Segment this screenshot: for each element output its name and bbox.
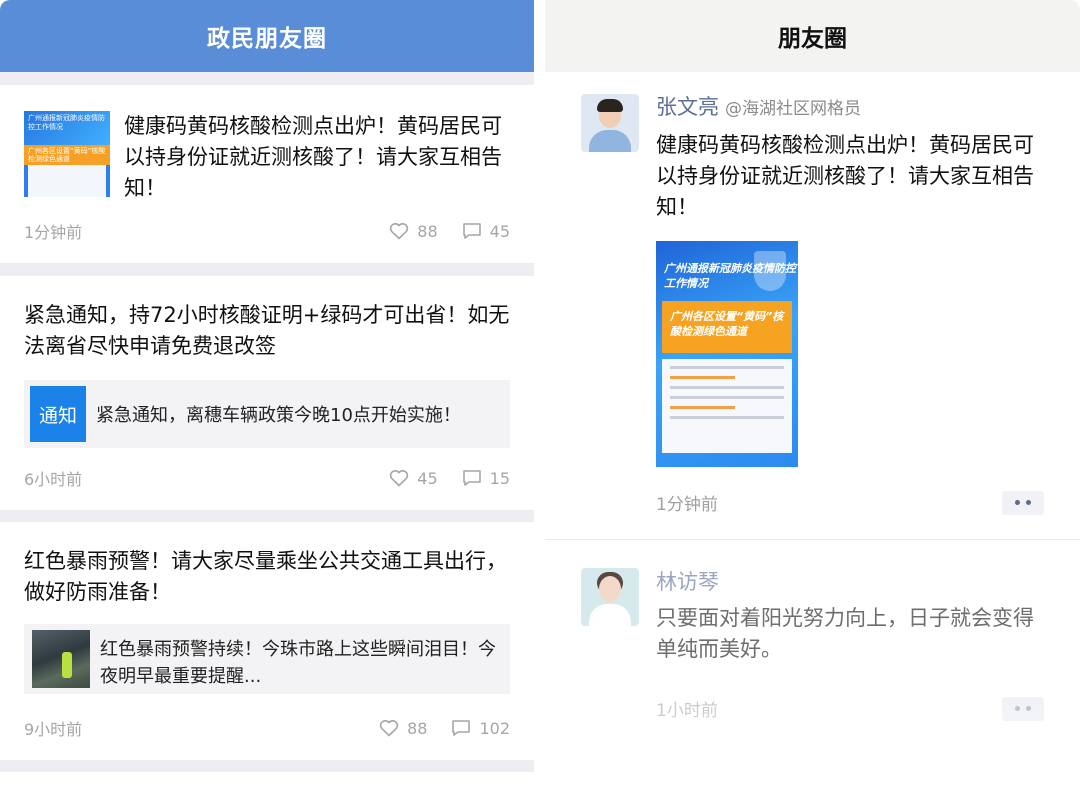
article-thumbnail xyxy=(32,630,90,688)
like-count: 88 xyxy=(407,718,428,738)
news-thumbnail[interactable]: 广州通报新冠肺炎疫情防控工作情况 广州各区设置“黄码”核酸检测绿色通道 xyxy=(24,111,110,197)
card-text: 健康码黄码核酸检测点出炉！黄码居民可以持身份证就近测核酸了！请大家互相告知！ xyxy=(124,114,502,200)
card-time: 9小时前 xyxy=(24,720,83,739)
thumbnail-subtitle: 广州各区设置“黄码”核酸检测绿色通道 xyxy=(24,145,110,165)
like-button[interactable]: 45 xyxy=(389,468,438,488)
avatar[interactable] xyxy=(581,568,639,626)
comment-count: 102 xyxy=(479,718,510,738)
moments-title: 朋友圈 xyxy=(778,26,847,52)
comment-count: 45 xyxy=(489,221,510,241)
comment-icon xyxy=(462,470,481,486)
moments-panel: 朋友圈 张文亮 @海湖社区网格员 健康码黄码核酸检测点出炉！黄码居民可以持身份证就… xyxy=(545,0,1080,791)
feed-card-partial xyxy=(0,772,534,791)
moment-post: 林访琴 只要面对着阳光努力向上，日子就会变得单纯而美好。 1小时前 xyxy=(545,541,1080,791)
avatar[interactable] xyxy=(581,94,639,152)
article-title: 红色暴雨预警持续！今珠市路上这些瞬间泪目！今夜明早最重要提醒... xyxy=(100,639,496,687)
card-time: 1分钟前 xyxy=(24,223,83,242)
post-author[interactable]: 张文亮 xyxy=(656,95,719,119)
article-link[interactable]: 红色暴雨预警持续！今珠市路上这些瞬间泪目！今夜明早最重要提醒... xyxy=(24,624,510,694)
more-dots-icon xyxy=(1015,500,1020,505)
thumbnail-title: 广州通报新冠肺炎疫情防控工作情况 xyxy=(28,114,105,131)
gov-feed-title: 政民朋友圈 xyxy=(207,26,327,52)
poster-body xyxy=(662,359,792,453)
comment-button[interactable]: 102 xyxy=(451,719,510,738)
card-time: 6小时前 xyxy=(24,470,83,489)
moment-post: 张文亮 @海湖社区网格员 健康码黄码核酸检测点出炉！黄码居民可以持身份证就近测核酸… xyxy=(545,72,1080,540)
post-time: 1小时前 xyxy=(656,701,718,721)
notice-link[interactable]: 通知 紧急通知，离穗车辆政策今晚10点开始实施！ xyxy=(24,380,510,448)
card-text: 紧急通知，持72小时核酸证明+绿码才可出省！如无法离省尽快申请免费退改签 xyxy=(24,303,510,358)
gov-feed-panel: 政民朋友圈 广州通报新冠肺炎疫情防控工作情况 广州各区设置“黄码”核酸检测绿色通… xyxy=(0,0,534,791)
more-dots-icon xyxy=(1015,706,1020,711)
card-text: 红色暴雨预警！请大家尽量乘坐公共交通工具出行，做好防雨准备！ xyxy=(24,549,507,604)
poster-subtitle: 广州各区设置“黄码”核酸检测绿色通道 xyxy=(662,301,792,353)
post-time: 1分钟前 xyxy=(656,495,718,515)
more-button[interactable] xyxy=(1002,696,1044,721)
post-author-role: @海湖社区网格员 xyxy=(725,99,861,119)
notice-text: 紧急通知，离穗车辆政策今晚10点开始实施！ xyxy=(96,405,461,426)
heart-icon xyxy=(390,223,409,240)
feed-card[interactable]: 红色暴雨预警！请大家尽量乘坐公共交通工具出行，做好防雨准备！ 红色暴雨预警持续！… xyxy=(0,522,534,760)
like-button[interactable]: 88 xyxy=(379,719,427,738)
comment-icon xyxy=(462,223,481,239)
like-count: 88 xyxy=(417,221,438,241)
post-author[interactable]: 林访琴 xyxy=(656,570,719,594)
feed-card[interactable]: 广州通报新冠肺炎疫情防控工作情况 广州各区设置“黄码”核酸检测绿色通道 健康码黄… xyxy=(0,85,534,263)
gov-feed-header: 政民朋友圈 xyxy=(0,0,534,72)
notice-badge: 通知 xyxy=(30,386,86,442)
feed-card[interactable]: 紧急通知，持72小时核酸证明+绿码才可出省！如无法离省尽快申请免费退改签 通知 … xyxy=(0,276,534,510)
comment-icon xyxy=(452,720,471,736)
post-text: 健康码黄码核酸检测点出炉！黄码居民可以持身份证就近测核酸了！请大家互相告知！ xyxy=(656,133,1034,219)
comment-button[interactable]: 15 xyxy=(462,469,510,488)
post-image[interactable]: 广州通报新冠肺炎疫情防控工作情况 广州各区设置“黄码”核酸检测绿色通道 xyxy=(656,241,798,467)
more-button[interactable] xyxy=(1002,490,1044,515)
like-count: 45 xyxy=(417,468,438,488)
poster-title: 广州通报新冠肺炎疫情防控工作情况 xyxy=(664,262,796,290)
post-text: 只要面对着阳光努力向上，日子就会变得单纯而美好。 xyxy=(656,606,1034,661)
comment-count: 15 xyxy=(489,468,510,488)
heart-icon xyxy=(390,470,409,487)
heart-icon xyxy=(379,720,399,737)
comment-button[interactable]: 45 xyxy=(462,222,510,241)
moments-header: 朋友圈 xyxy=(545,0,1080,72)
like-button[interactable]: 88 xyxy=(389,221,438,241)
